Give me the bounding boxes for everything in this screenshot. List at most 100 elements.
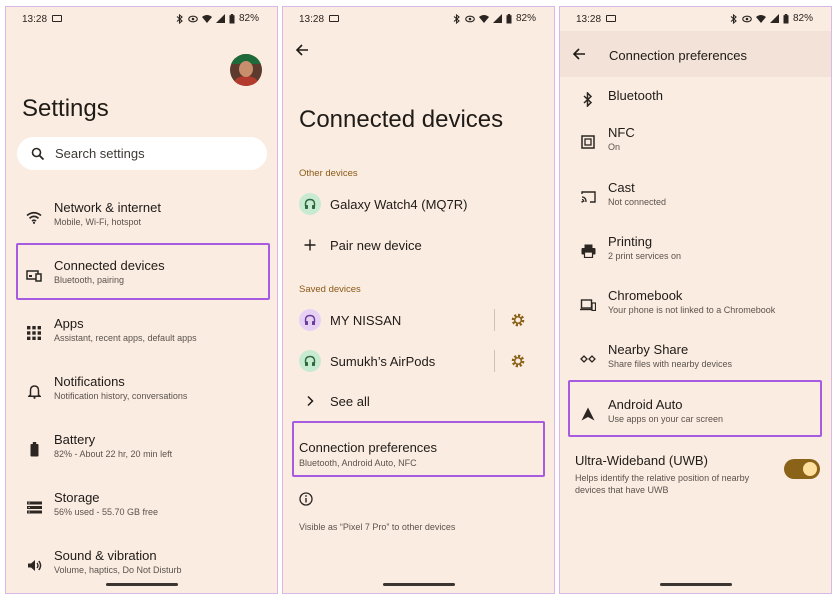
settings-item-title: Network & internet bbox=[54, 200, 161, 215]
pref-item-subtitle: On bbox=[608, 142, 621, 152]
section-label-other-devices: Other devices bbox=[299, 168, 358, 179]
settings-item-subtitle: Mobile, Wi-Fi, hotspot bbox=[54, 217, 142, 227]
screen-cast-icon bbox=[329, 15, 339, 22]
page-title: Settings bbox=[22, 95, 109, 122]
uwb-toggle[interactable] bbox=[784, 459, 820, 479]
pref-item-subtitle: Your phone is not linked to a Chromebook bbox=[608, 305, 776, 315]
status-time: 13:28 bbox=[299, 14, 325, 25]
back-arrow-icon[interactable] bbox=[572, 47, 586, 61]
highlight-box bbox=[16, 243, 270, 300]
pref-item-nfc[interactable]: NFC On bbox=[560, 120, 831, 164]
device-name: Sumukh’s AirPods bbox=[330, 354, 436, 369]
nearby-share-icon bbox=[580, 351, 596, 367]
status-bar: 13:28 82% bbox=[560, 7, 831, 31]
settings-item-network[interactable]: Network & internet Mobile, Wi-Fi, hotspo… bbox=[6, 195, 277, 239]
bluetooth-icon bbox=[580, 91, 596, 107]
info-icon bbox=[299, 492, 313, 506]
pref-item-title: Cast bbox=[608, 180, 635, 195]
pref-item-title: Chromebook bbox=[608, 288, 683, 303]
settings-item-subtitle: Notification history, conversations bbox=[54, 391, 188, 401]
signal-status-icon bbox=[769, 14, 779, 23]
signal-status-icon bbox=[215, 14, 225, 23]
pair-new-device-button[interactable]: Pair new device bbox=[283, 228, 554, 262]
settings-item-title: Battery bbox=[54, 432, 96, 447]
gesture-nav-handle[interactable] bbox=[105, 583, 178, 586]
connected-devices-screen: 13:28 82% Connected devices Other device… bbox=[282, 6, 555, 594]
bluetooth-status-icon bbox=[730, 13, 738, 24]
device-galaxy-watch[interactable]: Galaxy Watch4 (MQ7R) bbox=[283, 187, 554, 221]
signal-status-icon bbox=[492, 14, 502, 23]
settings-item-storage[interactable]: Storage 56% used - 55.70 GB free bbox=[6, 485, 277, 529]
status-time: 13:28 bbox=[576, 14, 602, 25]
pref-item-title: Printing bbox=[608, 234, 653, 249]
gear-icon[interactable] bbox=[510, 312, 526, 328]
battery-status-icon bbox=[229, 13, 235, 24]
back-arrow-icon[interactable] bbox=[295, 43, 309, 57]
apps-grid-icon bbox=[26, 325, 42, 341]
pref-item-nearby-share[interactable]: Nearby Share Share files with nearby dev… bbox=[560, 337, 831, 381]
pref-item-title: NFC bbox=[608, 125, 635, 140]
gesture-nav-handle[interactable] bbox=[659, 583, 732, 586]
status-bar: 13:28 82% bbox=[283, 7, 554, 31]
eye-status-icon bbox=[742, 15, 752, 23]
settings-item-subtitle: 82% - About 22 hr, 20 min left bbox=[54, 449, 173, 459]
storage-icon bbox=[26, 499, 42, 515]
eye-status-icon bbox=[465, 15, 475, 23]
settings-item-sound[interactable]: Sound & vibration Volume, haptics, Do No… bbox=[6, 543, 277, 587]
screen-cast-icon bbox=[606, 15, 616, 22]
highlight-box bbox=[292, 421, 545, 477]
wifi-status-icon bbox=[201, 14, 212, 23]
device-name: MY NISSAN bbox=[330, 313, 402, 328]
gesture-nav-handle[interactable] bbox=[382, 583, 455, 586]
pair-new-device-label: Pair new device bbox=[330, 238, 422, 253]
cast-icon bbox=[580, 189, 596, 205]
settings-item-subtitle: Volume, haptics, Do Not Disturb bbox=[54, 565, 182, 575]
battery-percent: 82% bbox=[515, 13, 536, 24]
device-my-nissan[interactable]: MY NISSAN bbox=[283, 303, 554, 337]
pref-item-bluetooth[interactable]: Bluetooth bbox=[560, 77, 831, 121]
battery-percent: 82% bbox=[792, 13, 813, 24]
see-all-button[interactable]: See all bbox=[283, 384, 554, 418]
settings-item-title: Notifications bbox=[54, 374, 125, 389]
settings-item-title: Storage bbox=[54, 490, 100, 505]
search-input[interactable]: Search settings bbox=[17, 137, 267, 170]
settings-item-battery[interactable]: Battery 82% - About 22 hr, 20 min left bbox=[6, 427, 277, 471]
pref-item-subtitle: Share files with nearby devices bbox=[608, 359, 733, 369]
bell-icon bbox=[26, 383, 42, 399]
bluetooth-status-icon bbox=[453, 13, 461, 24]
toggle-knob bbox=[803, 462, 817, 476]
pref-item-title: Bluetooth bbox=[608, 88, 663, 103]
speaker-icon bbox=[26, 557, 42, 573]
pref-item-subtitle: 2 print services on bbox=[608, 251, 682, 261]
device-airpods[interactable]: Sumukh’s AirPods bbox=[283, 344, 554, 378]
wifi-status-icon bbox=[755, 14, 766, 23]
pref-item-chromebook[interactable]: Chromebook Your phone is not linked to a… bbox=[560, 283, 831, 327]
avatar[interactable] bbox=[230, 54, 262, 86]
settings-item-title: Sound & vibration bbox=[54, 548, 157, 563]
highlight-box bbox=[568, 380, 822, 437]
wifi-icon bbox=[26, 209, 42, 225]
divider bbox=[494, 309, 495, 331]
pref-item-cast[interactable]: Cast Not connected bbox=[560, 175, 831, 219]
gear-icon[interactable] bbox=[510, 353, 526, 369]
settings-item-title: Apps bbox=[54, 316, 84, 331]
divider bbox=[494, 350, 495, 372]
bluetooth-status-icon bbox=[176, 13, 184, 24]
settings-item-notifications[interactable]: Notifications Notification history, conv… bbox=[6, 369, 277, 413]
headphones-icon bbox=[299, 309, 321, 331]
settings-item-subtitle: 56% used - 55.70 GB free bbox=[54, 507, 159, 517]
status-time: 13:28 bbox=[22, 14, 48, 25]
settings-screen: 13:28 82% Settings Search settings Netwo… bbox=[5, 6, 278, 594]
settings-item-apps[interactable]: Apps Assistant, recent apps, default app… bbox=[6, 311, 277, 355]
pref-item-title: Nearby Share bbox=[608, 342, 689, 357]
battery-status-icon bbox=[783, 13, 789, 24]
printer-icon bbox=[580, 243, 596, 259]
battery-icon bbox=[26, 441, 42, 457]
wifi-status-icon bbox=[478, 14, 489, 23]
pref-item-printing[interactable]: Printing 2 print services on bbox=[560, 229, 831, 273]
status-bar: 13:28 82% bbox=[6, 7, 277, 31]
headphones-icon bbox=[299, 193, 321, 215]
pref-item-subtitle: Not connected bbox=[608, 197, 667, 207]
section-label-saved-devices: Saved devices bbox=[299, 284, 361, 295]
see-all-label: See all bbox=[330, 394, 370, 409]
